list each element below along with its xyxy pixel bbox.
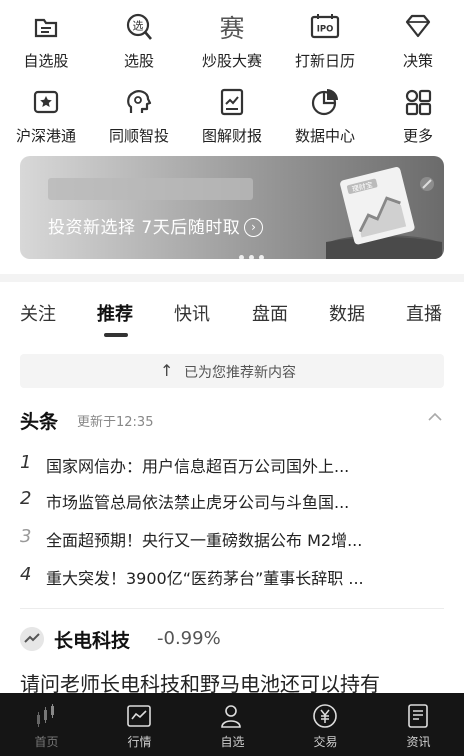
banner-pagination [239,245,269,259]
tab-recommend[interactable]: 推荐 [97,300,133,326]
diamond-icon [405,14,431,38]
stock-trend-icon [20,627,44,651]
stock-change: -0.99% [157,628,221,649]
stock-picker-icon: 选 [126,13,152,40]
nav-watchlist[interactable]: 自选 [186,693,279,756]
chevron-up-icon[interactable] [427,410,443,424]
stock-name[interactable]: 长电科技 [54,626,130,653]
banner-illustration: 理财宝 [326,167,442,259]
headline-title: 重大突发！3900亿“医药茅台”董事长辞职 ... [46,569,364,588]
headline-title: 国家网信办：用户信息超百万公司国外上... [46,457,350,476]
nav-label: 交易 [313,735,338,749]
headline-rank: 3 [20,526,32,547]
report-icon [220,88,244,116]
quick-item-label: 炒股大赛 [201,52,262,70]
tab-live[interactable]: 直播 [406,300,442,326]
nav-label: 首页 [34,735,59,749]
sai-badge: 赛 [219,14,244,42]
pie-chart-icon [311,89,338,116]
quick-item-label: 更多 [402,127,433,145]
headline-title: 市场监管总局依法禁止虎牙公司与斗鱼国... [46,493,350,512]
headline-item[interactable]: 4 重大突发！3900亿“医药茅台”董事长辞职 ... [20,564,440,588]
quick-item-label: 沪深港通 [15,127,76,145]
contest-icon: 赛 [219,14,244,42]
connect-icon [33,90,59,114]
ai-invest-icon [127,90,152,113]
nav-news[interactable]: 资讯 [372,693,464,756]
quick-item-label: 数据中心 [294,127,355,145]
nav-home[interactable]: 首页 [0,693,93,756]
more-grid-icon [405,89,432,116]
quick-item-label: 自选股 [23,52,69,70]
headline-item[interactable]: 2 市场监管总局依法禁止虎牙公司与斗鱼国... [20,488,440,512]
headline-item[interactable]: 3 全面超预期！央行又一重磅数据公布 M2增... [20,526,440,550]
promo-banner[interactable]: 投资新选择 7天后随时取 › 理财宝 [20,156,444,259]
quick-item-label: 打新日历 [294,52,355,70]
banner-text: 投资新选择 7天后随时取 › [48,213,264,238]
home-chart-icon [37,704,54,727]
watchlist-person-icon [221,705,241,728]
quick-menu-row-2: 沪深港通 同顺智投 图解财报 数据中心 更多 [0,85,464,155]
bottom-nav: 首页 行情 自选 交易 资讯 [0,693,464,756]
headlines-title: 头条 [20,411,59,433]
trade-yen-icon [313,704,337,728]
nav-label: 资讯 [406,735,431,749]
active-tab-indicator [104,333,128,337]
watchlist-icon [34,18,58,38]
up-arrow-icon: ↑ [160,361,174,380]
headline-rank: 2 [20,488,32,509]
headlines-divider [20,608,444,609]
banner-arrow-icon: › [244,218,264,237]
headline-title: 全面超预期！央行又一重磅数据公布 M2增... [46,531,363,550]
nav-label: 自选 [220,735,245,749]
nav-label: 行情 [127,735,152,749]
headline-rank: 4 [20,564,32,585]
nav-trade[interactable]: 交易 [279,693,372,756]
tab-follow[interactable]: 关注 [20,300,56,326]
quick-menu-row-1: 自选股 选 选股 赛 炒股大赛 IPO 打新日历 决策 [0,10,464,80]
tab-flash[interactable]: 快讯 [174,300,210,326]
section-divider [0,274,464,282]
news-doc-icon [408,704,428,728]
xuan-badge: 选 [133,20,144,33]
banner-blurred-heading [48,178,253,200]
market-icon [127,705,151,727]
tab-data[interactable]: 数据 [329,300,365,326]
headline-item[interactable]: 1 国家网信办：用户信息超百万公司国外上... [20,452,440,476]
quick-item-label: 决策 [402,52,433,70]
headline-rank: 1 [20,452,32,473]
quick-item-label: 选股 [123,52,154,70]
quick-item-label: 同顺智投 [108,127,169,145]
refresh-notice[interactable]: ↑ 已为您推荐新内容 [20,354,444,388]
refresh-notice-text: 已为您推荐新内容 [184,365,296,381]
ipo-badge: IPO [317,25,334,35]
headlines-updated-time: 更新于12:35 [77,415,154,430]
quick-item-label: 图解财报 [201,127,262,145]
ipo-calendar-icon: IPO [310,14,340,39]
tab-market[interactable]: 盘面 [252,300,288,326]
nav-market[interactable]: 行情 [93,693,186,756]
